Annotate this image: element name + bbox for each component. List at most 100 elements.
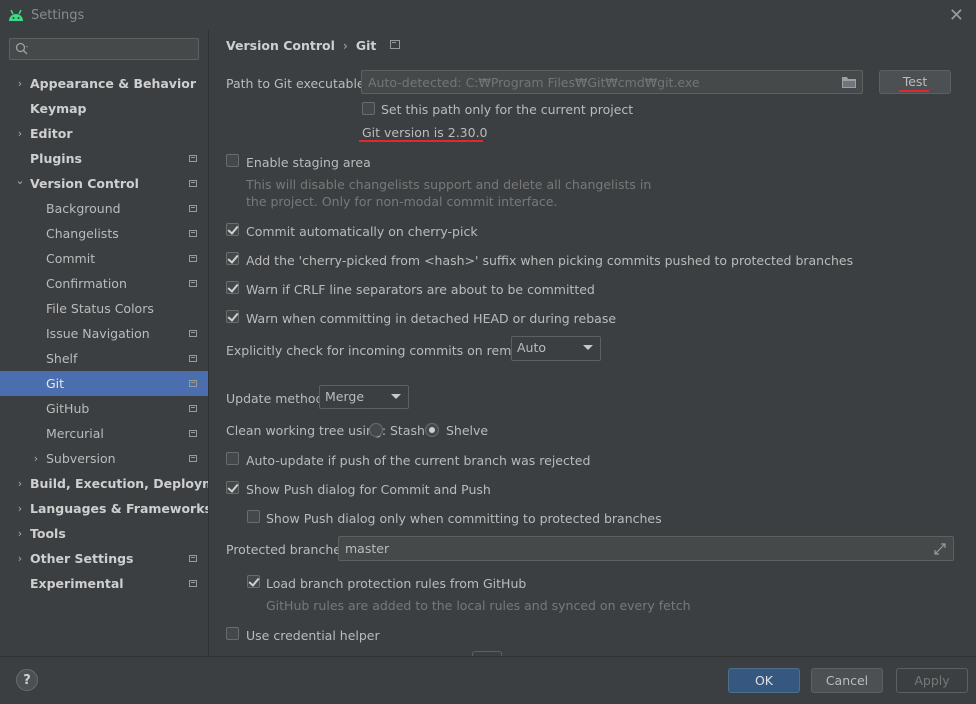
sidebar-item-label: Subversion	[46, 451, 116, 466]
help-button[interactable]: ?	[16, 669, 38, 691]
chevron-right-icon[interactable]: ›	[31, 446, 41, 471]
search-input[interactable]	[32, 40, 196, 60]
project-only-checkbox[interactable]	[362, 102, 375, 115]
project-scope-icon	[189, 230, 197, 237]
chevron-down-icon	[391, 394, 401, 399]
sidebar-item-label: Issue Navigation	[46, 326, 150, 341]
project-scope-icon	[189, 580, 197, 587]
sidebar-item-background[interactable]: Background	[0, 196, 208, 221]
close-icon[interactable]: ✕	[949, 5, 964, 26]
sidebar-item-issue-navigation[interactable]: Issue Navigation	[0, 321, 208, 346]
sidebar-item-build-execution-deployment[interactable]: › Build, Execution, Deployment	[0, 471, 239, 496]
sidebar-item-label: Confirmation	[46, 276, 127, 291]
incoming-commits-dropdown[interactable]: Auto	[511, 336, 601, 361]
folder-icon[interactable]	[842, 76, 856, 88]
clean-tree-label: Clean working tree using:	[226, 423, 387, 438]
android-logo-icon	[8, 8, 24, 25]
load-rules-label: Load branch protection rules from GitHub	[266, 576, 527, 591]
sidebar-item-appearance-behavior[interactable]: › Appearance & Behavior	[0, 71, 208, 96]
shelve-radio[interactable]	[425, 423, 439, 437]
sidebar-item-label: Other Settings	[30, 551, 134, 566]
update-method-value: Merge	[325, 389, 365, 404]
chevron-right-icon[interactable]: ›	[15, 521, 25, 546]
cancel-button[interactable]: Cancel	[811, 668, 883, 693]
staging-desc-line-2: the project. Only for non-modal commit i…	[246, 194, 558, 209]
chevron-down-icon[interactable]: ⌄	[15, 168, 25, 193]
sidebar-item-label: Keymap	[30, 101, 87, 116]
sidebar-item-label: Version Control	[30, 176, 139, 191]
sidebar-item-plugins[interactable]: Plugins	[0, 146, 208, 171]
ok-button[interactable]: OK	[728, 668, 800, 693]
sidebar-item-version-control[interactable]: ⌄ Version Control	[0, 171, 208, 196]
git-path-input[interactable]	[368, 71, 818, 93]
chevron-right-icon[interactable]: ›	[15, 496, 25, 521]
crlf-warning-label: Warn if CRLF line separators are about t…	[246, 282, 595, 297]
sidebar-item-languages-frameworks[interactable]: › Languages & Frameworks	[0, 496, 212, 521]
settings-search[interactable]	[9, 38, 199, 60]
test-button-label: Test	[902, 74, 928, 89]
detached-head-checkbox[interactable]	[226, 310, 239, 323]
show-push-protected-checkbox[interactable]	[247, 510, 260, 523]
sidebar-item-mercurial[interactable]: Mercurial	[0, 421, 208, 446]
update-method-dropdown[interactable]: Merge	[319, 385, 409, 409]
sidebar-item-label: Languages & Frameworks	[30, 501, 212, 516]
project-scope-icon	[189, 405, 197, 412]
cherry-suffix-checkbox[interactable]	[226, 252, 239, 265]
git-path-label: Path to Git executable:	[226, 76, 369, 91]
sidebar-item-label: Commit	[46, 251, 96, 266]
breadcrumb-parent[interactable]: Version Control	[226, 38, 335, 53]
project-only-label: Set this path only for the current proje…	[381, 102, 634, 117]
load-rules-checkbox[interactable]	[247, 575, 260, 588]
dialog-footer: ? OK Cancel Apply	[0, 656, 976, 704]
chevron-right-icon[interactable]: ›	[15, 471, 25, 496]
sidebar-item-commit[interactable]: Commit	[0, 246, 208, 271]
sidebar-item-experimental[interactable]: Experimental	[0, 571, 208, 596]
sidebar-item-git[interactable]: Git	[0, 371, 208, 396]
sidebar-item-github[interactable]: GitHub	[0, 396, 208, 421]
title-bar: Settings ✕	[0, 0, 976, 30]
sidebar-item-label: File Status Colors	[46, 301, 154, 316]
sidebar-item-other-settings[interactable]: › Other Settings	[0, 546, 208, 571]
sidebar-item-label: Tools	[30, 526, 66, 541]
chevron-right-icon[interactable]: ›	[15, 121, 25, 146]
apply-button[interactable]: Apply	[896, 668, 968, 693]
expand-icon[interactable]	[934, 543, 946, 555]
stash-label: Stash	[390, 423, 425, 438]
staging-area-label: Enable staging area	[246, 155, 371, 170]
crlf-warning-checkbox[interactable]	[226, 281, 239, 294]
protected-branches-field[interactable]	[338, 536, 954, 561]
chevron-right-icon[interactable]: ›	[15, 71, 25, 96]
staging-area-checkbox[interactable]	[226, 154, 239, 167]
sidebar-item-tools[interactable]: › Tools	[0, 521, 208, 546]
stash-radio[interactable]	[369, 423, 383, 437]
settings-tree: › Appearance & Behavior Keymap › Editor Plugi…	[0, 71, 239, 596]
show-push-checkbox[interactable]	[226, 481, 239, 494]
credential-helper-checkbox[interactable]	[226, 627, 239, 640]
sidebar-item-label: Changelists	[46, 226, 119, 241]
cherry-pick-label: Commit automatically on cherry-pick	[246, 224, 478, 239]
project-scope-icon	[189, 180, 197, 187]
apply-button-label: Apply	[914, 673, 950, 688]
update-method-label: Update method:	[226, 391, 328, 406]
sidebar-item-editor[interactable]: › Editor	[0, 121, 208, 146]
cancel-button-label: Cancel	[825, 673, 869, 688]
load-rules-description: GitHub rules are added to the local rule…	[266, 598, 691, 613]
sidebar-item-label: Git	[46, 376, 65, 391]
sidebar-item-subversion[interactable]: › Subversion	[0, 446, 208, 471]
incoming-commits-label: Explicitly check for incoming commits on…	[226, 343, 543, 358]
sidebar-item-keymap[interactable]: Keymap	[0, 96, 208, 121]
chevron-right-icon[interactable]: ›	[15, 546, 25, 571]
project-scope-icon	[189, 330, 197, 337]
git-path-field[interactable]	[361, 70, 863, 94]
sidebar-item-changelists[interactable]: Changelists	[0, 221, 208, 246]
sidebar-item-confirmation[interactable]: Confirmation	[0, 271, 208, 296]
sidebar-item-file-status-colors[interactable]: File Status Colors	[0, 296, 208, 321]
project-scope-icon	[189, 255, 197, 262]
auto-update-label: Auto-update if push of the current branc…	[246, 453, 591, 468]
sidebar-item-label: Editor	[30, 126, 73, 141]
breadcrumb: Version Control › Git	[226, 38, 401, 53]
cherry-pick-checkbox[interactable]	[226, 223, 239, 236]
auto-update-checkbox[interactable]	[226, 452, 239, 465]
protected-branches-input[interactable]	[345, 537, 898, 560]
sidebar-item-shelf[interactable]: Shelf	[0, 346, 208, 371]
